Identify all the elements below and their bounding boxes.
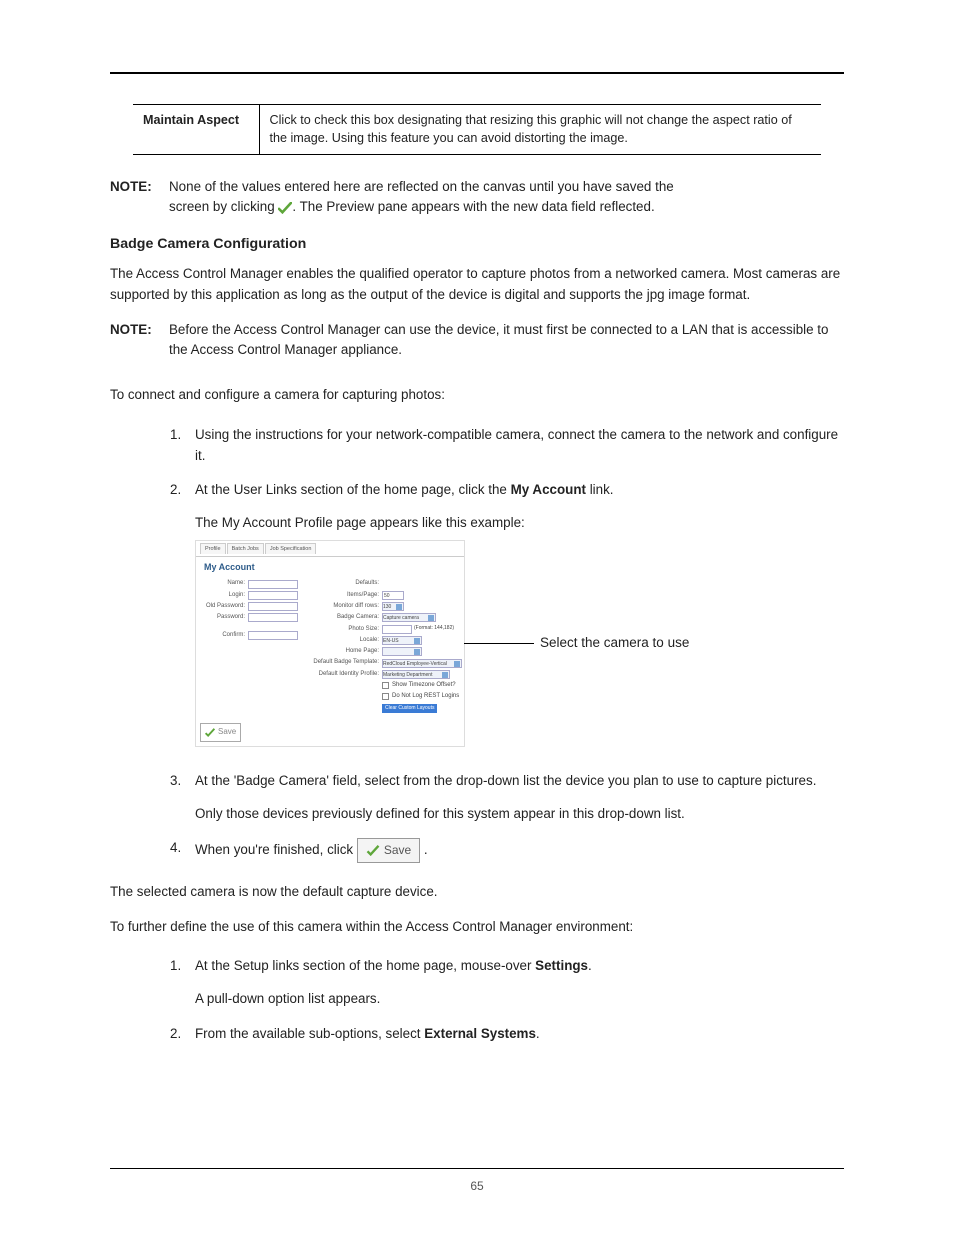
- note: NOTE: Before the Access Control Manager …: [110, 320, 844, 362]
- step-text: At the 'Badge Camera' field, select from…: [195, 773, 816, 788]
- callout: Select the camera to use: [465, 633, 689, 654]
- badge-camera-select: Capture camera: [382, 613, 436, 622]
- paragraph: The selected camera is now the default c…: [110, 882, 844, 903]
- label-photo-size: Photo Size:: [302, 625, 382, 634]
- section-heading: Badge Camera Configuration: [110, 236, 844, 252]
- embedded-screenshot: ProfileBatch JobsJob Specification My Ac…: [195, 540, 844, 747]
- confirm-field: [248, 631, 298, 640]
- table-row: Maintain Aspect Click to check this box …: [133, 105, 821, 155]
- bold-text: My Account: [511, 482, 586, 497]
- checkmark-icon: [366, 845, 380, 856]
- step-text: At the Setup links section of the home p…: [195, 958, 535, 973]
- tab-batch-jobs: Batch Jobs: [227, 543, 264, 555]
- old-password-field: [248, 602, 298, 611]
- checkmark-icon: [278, 202, 292, 214]
- items-page-field: 50: [382, 591, 404, 600]
- label-login: Login:: [202, 591, 248, 600]
- step-text: At the User Links section of the home pa…: [195, 482, 511, 497]
- desc-cell: Click to check this box designating that…: [259, 105, 821, 155]
- screenshot-tabs: ProfileBatch JobsJob Specification: [196, 541, 464, 558]
- locale-select: EN-US: [382, 636, 422, 645]
- label-old-password: Old Password:: [202, 602, 248, 611]
- list-item: At the Setup links section of the home p…: [170, 951, 844, 1019]
- label-def-badge: Default Badge Template:: [302, 658, 382, 667]
- label-badge-camera: Badge Camera:: [302, 613, 382, 622]
- step-text: .: [588, 958, 592, 973]
- no-log-label: Do Not Log REST Logins: [392, 692, 459, 701]
- step-text: When you're finished, click: [195, 842, 357, 857]
- checkmark-icon: [205, 728, 215, 737]
- screenshot-title: My Account: [196, 557, 464, 575]
- label-password: Password:: [202, 613, 248, 622]
- note-body: None of the values entered here are refl…: [165, 177, 674, 219]
- note-label: NOTE:: [110, 320, 165, 362]
- page: Maintain Aspect Click to check this box …: [0, 0, 954, 1235]
- bold-text: Settings: [535, 958, 588, 973]
- screenshot-save-button: Save: [200, 723, 241, 741]
- list-item: Using the instructions for your network-…: [170, 420, 844, 476]
- checkbox-icon: [382, 682, 389, 689]
- tab-job-spec: Job Specification: [265, 543, 317, 555]
- note-text: screen by clicking: [169, 199, 278, 214]
- note: NOTE: None of the values entered here ar…: [110, 177, 844, 219]
- paragraph: To further define the use of this camera…: [110, 917, 844, 938]
- right-column: Defaults: Items/Page:50 Monitor diff row…: [300, 577, 464, 717]
- step-text: .: [536, 1026, 540, 1041]
- steps-list-2: At the Setup links section of the home p…: [170, 951, 844, 1053]
- label-home-page: Home Page:: [302, 647, 382, 656]
- diff-rows-select: 130: [382, 602, 404, 611]
- show-tz-label: Show Timezone Offset?: [392, 681, 456, 690]
- page-number: 65: [0, 1179, 954, 1193]
- photo-size-field: [382, 625, 412, 634]
- def-badge-select: RedCloud Employee-Vertical: [382, 659, 462, 668]
- save-label: Save: [218, 726, 236, 738]
- callout-text: Select the camera to use: [540, 633, 689, 654]
- list-item: At the 'Badge Camera' field, select from…: [170, 766, 844, 834]
- password-field: [248, 613, 298, 622]
- list-item: From the available sub-options, select E…: [170, 1019, 844, 1054]
- checkbox-icon: [382, 693, 389, 700]
- note-body: Before the Access Control Manager can us…: [165, 320, 844, 362]
- intro-paragraph: The Access Control Manager enables the q…: [110, 264, 844, 306]
- step-sub: Only those devices previously defined fo…: [195, 804, 844, 825]
- name-field: [248, 580, 298, 589]
- save-label: Save: [384, 841, 411, 860]
- label-confirm: Confirm:: [202, 631, 248, 640]
- callout-line: [464, 643, 534, 644]
- home-page-select: [382, 647, 422, 656]
- note-text: . The Preview pane appears with the new …: [292, 199, 654, 214]
- def-ident-select: Marketing Department: [382, 670, 450, 679]
- login-field: [248, 591, 298, 600]
- note-label: NOTE:: [110, 177, 165, 219]
- left-column: Name: Login: Old Password: Password: Con…: [200, 577, 300, 717]
- clear-layouts-button: Clear Custom Layouts: [382, 704, 437, 714]
- tab-profile: Profile: [200, 543, 226, 555]
- definition-table: Maintain Aspect Click to check this box …: [133, 104, 821, 155]
- step-text: link.: [586, 482, 614, 497]
- bold-text: External Systems: [424, 1026, 536, 1041]
- label-locale: Locale:: [302, 636, 382, 645]
- step-sub: A pull-down option list appears.: [195, 989, 844, 1010]
- label-items-page: Items/Page:: [302, 591, 382, 600]
- step-text: .: [424, 842, 428, 857]
- term-cell: Maintain Aspect: [133, 105, 259, 155]
- step-text: From the available sub-options, select: [195, 1026, 424, 1041]
- list-item: At the User Links section of the home pa…: [170, 475, 844, 765]
- top-rule: [110, 72, 844, 74]
- defaults-heading: Defaults:: [302, 579, 382, 588]
- label-def-ident: Default Identity Profile:: [302, 670, 382, 679]
- steps-list: Using the instructions for your network-…: [170, 420, 844, 872]
- save-button-image: Save: [357, 838, 420, 863]
- note-text: None of the values entered here are refl…: [169, 179, 674, 194]
- step-sub: The My Account Profile page appears like…: [195, 513, 844, 534]
- list-item: When you're finished, click Save .: [170, 833, 844, 872]
- footer-rule: [110, 1168, 844, 1169]
- lead-in: To connect and configure a camera for ca…: [110, 385, 844, 406]
- label-name: Name:: [202, 579, 248, 588]
- photo-size-hint: (Format: 144,182): [412, 625, 454, 633]
- my-account-screenshot: ProfileBatch JobsJob Specification My Ac…: [195, 540, 465, 747]
- label-diff-rows: Monitor diff rows:: [302, 602, 382, 611]
